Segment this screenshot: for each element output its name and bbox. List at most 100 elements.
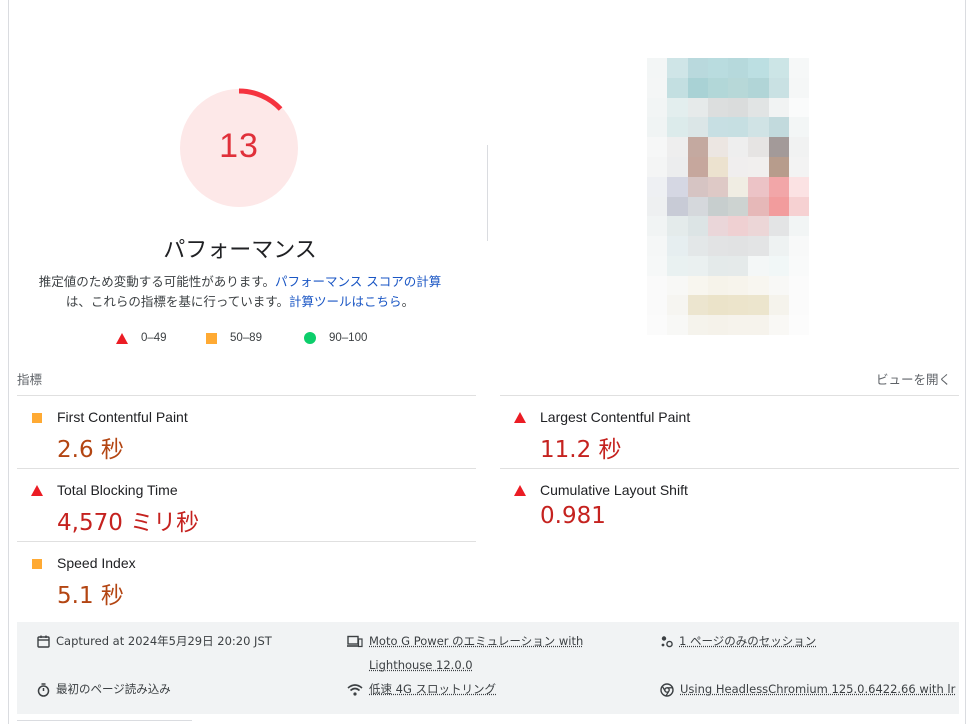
browser-text[interactable]: Using HeadlessChromium 125.0.6422.66 wit… — [680, 677, 955, 701]
legend-fail: 0–49 — [116, 332, 167, 344]
calendar-icon — [37, 635, 50, 648]
legend-average-label: 50–89 — [230, 332, 262, 344]
thumbnail-pixel — [748, 137, 769, 157]
browser-info[interactable]: Using HeadlessChromium 125.0.6422.66 wit… — [660, 677, 959, 701]
thumbnail-pixel — [728, 236, 749, 256]
device-text[interactable]: Moto G Power のエミュレーション with — [369, 629, 583, 653]
thumbnail-pixel — [788, 137, 809, 157]
thumbnail-pixel — [748, 196, 769, 217]
thumbnail-pixel — [707, 137, 728, 157]
thumbnail-pixel — [748, 156, 769, 177]
thumbnail-pixel — [647, 156, 668, 177]
final-screenshot-thumbnail[interactable] — [647, 58, 809, 335]
thumbnail-pixel — [788, 97, 809, 118]
thumbnail-pixel — [748, 58, 769, 78]
thumbnail-pixel — [748, 236, 769, 256]
metric-si: Speed Index 5.1 秒 — [17, 541, 476, 614]
category-title: パフォーマンス — [163, 238, 317, 263]
thumbnail-pixel — [687, 216, 708, 237]
session-text[interactable]: 1 ページのみのセッション — [679, 629, 816, 653]
devices-icon — [347, 635, 363, 648]
thumbnail-pixel — [728, 156, 749, 177]
throttling-text[interactable]: 低速 4G スロットリング — [369, 677, 496, 701]
thumbnail-pixel — [687, 315, 708, 335]
thumbnail-pixel — [687, 137, 708, 157]
thumbnail-pixel — [788, 117, 809, 138]
thumbnail-pixel — [707, 255, 728, 276]
device-text-2[interactable]: Lighthouse 12.0.0 — [369, 653, 583, 677]
runtime-settings: Captured at 2024年5月29日 20:20 JST Moto G … — [17, 622, 959, 714]
thumbnail-pixel — [707, 176, 728, 197]
fail-triangle-icon — [514, 485, 526, 496]
thumbnail-pixel — [707, 117, 728, 138]
thumbnail-pixel — [768, 236, 789, 256]
thumbnail-pixel — [788, 77, 809, 98]
thumbnail-pixel — [687, 58, 708, 78]
calculator-link[interactable]: 計算ツールはこちら — [289, 294, 402, 309]
thumbnail-pixel — [788, 255, 809, 276]
metric-value: 5.1 秒 — [57, 583, 124, 609]
throttling-info[interactable]: 低速 4G スロットリング — [347, 677, 496, 701]
legend-pass: 90–100 — [304, 332, 367, 344]
thumbnail-pixel — [748, 216, 769, 237]
score-description: 推定値のため変動する可能性があります。パフォーマンス スコアの計算 は、これらの… — [30, 272, 450, 312]
device-info[interactable]: Moto G Power のエミュレーション with Lighthouse 1… — [347, 629, 583, 677]
metric-name: Cumulative Layout Shift — [540, 482, 688, 498]
metric-name: First Contentful Paint — [57, 409, 188, 425]
score-legend: 0–49 50–89 90–100 — [0, 332, 490, 348]
average-square-icon — [31, 558, 42, 569]
thumbnail-pixel — [748, 97, 769, 118]
captured-text: Captured at 2024年5月29日 20:20 JST — [56, 634, 272, 648]
legend-fail-label: 0–49 — [141, 332, 167, 344]
performance-score: 13 — [219, 127, 259, 165]
thumbnail-pixel — [647, 255, 668, 276]
thumbnail-pixel — [707, 196, 728, 217]
thumbnail-pixel — [768, 117, 789, 138]
thumbnail-pixel — [667, 156, 688, 177]
thumbnail-pixel — [728, 196, 749, 217]
score-calc-link[interactable]: パフォーマンス スコアの計算 — [275, 274, 441, 289]
open-view-toggle[interactable]: ビューを開く — [876, 369, 951, 388]
thumbnail-pixel — [667, 236, 688, 256]
thumbnail-pixel — [728, 255, 749, 276]
thumbnail-pixel — [687, 236, 708, 256]
thumbnail-pixel — [707, 216, 728, 237]
thumbnail-pixel — [768, 137, 789, 157]
thumbnail-pixel — [788, 295, 809, 316]
thumbnail-pixel — [687, 176, 708, 197]
metric-value: 11.2 秒 — [540, 437, 622, 463]
thumbnail-pixel — [788, 176, 809, 197]
thumbnail-pixel — [647, 77, 668, 98]
thumbnail-pixel — [748, 295, 769, 316]
pass-circle-icon — [304, 332, 316, 344]
thumbnail-pixel — [687, 295, 708, 316]
session-info[interactable]: 1 ページのみのセッション — [660, 629, 816, 653]
performance-gauge[interactable]: 13 — [178, 87, 300, 209]
thumbnail-pixel — [788, 315, 809, 335]
legend-average: 50–89 — [206, 332, 262, 344]
thumbnail-pixel — [647, 137, 668, 157]
thumbnail-pixel — [687, 156, 708, 177]
thumbnail-pixel — [647, 58, 668, 78]
thumbnail-pixel — [647, 176, 668, 197]
metric-cls: Cumulative Layout Shift 0.981 — [500, 468, 959, 541]
metric-value: 4,570 ミリ秒 — [57, 510, 200, 536]
thumbnail-pixel — [728, 58, 749, 78]
thumbnail-pixel — [707, 275, 728, 296]
metric-name: Speed Index — [57, 555, 136, 571]
thumbnail-pixel — [728, 77, 749, 98]
thumbnail-pixel — [667, 196, 688, 217]
thumbnail-pixel — [707, 295, 728, 316]
thumbnail-pixel — [728, 216, 749, 237]
thumbnail-pixel — [768, 156, 789, 177]
thumbnail-pixel — [788, 196, 809, 217]
thumbnail-pixel — [728, 315, 749, 335]
metrics-header-label: 指標 — [17, 372, 43, 387]
thumbnail-pixel — [788, 216, 809, 237]
thumbnail-pixel — [768, 295, 789, 316]
thumbnail-pixel — [707, 58, 728, 78]
thumbnail-pixel — [748, 117, 769, 138]
thumbnail-pixel — [667, 216, 688, 237]
description-text-2: は、これらの指標を基に行っています。 — [65, 294, 290, 309]
bottom-tab-edge — [17, 720, 192, 724]
